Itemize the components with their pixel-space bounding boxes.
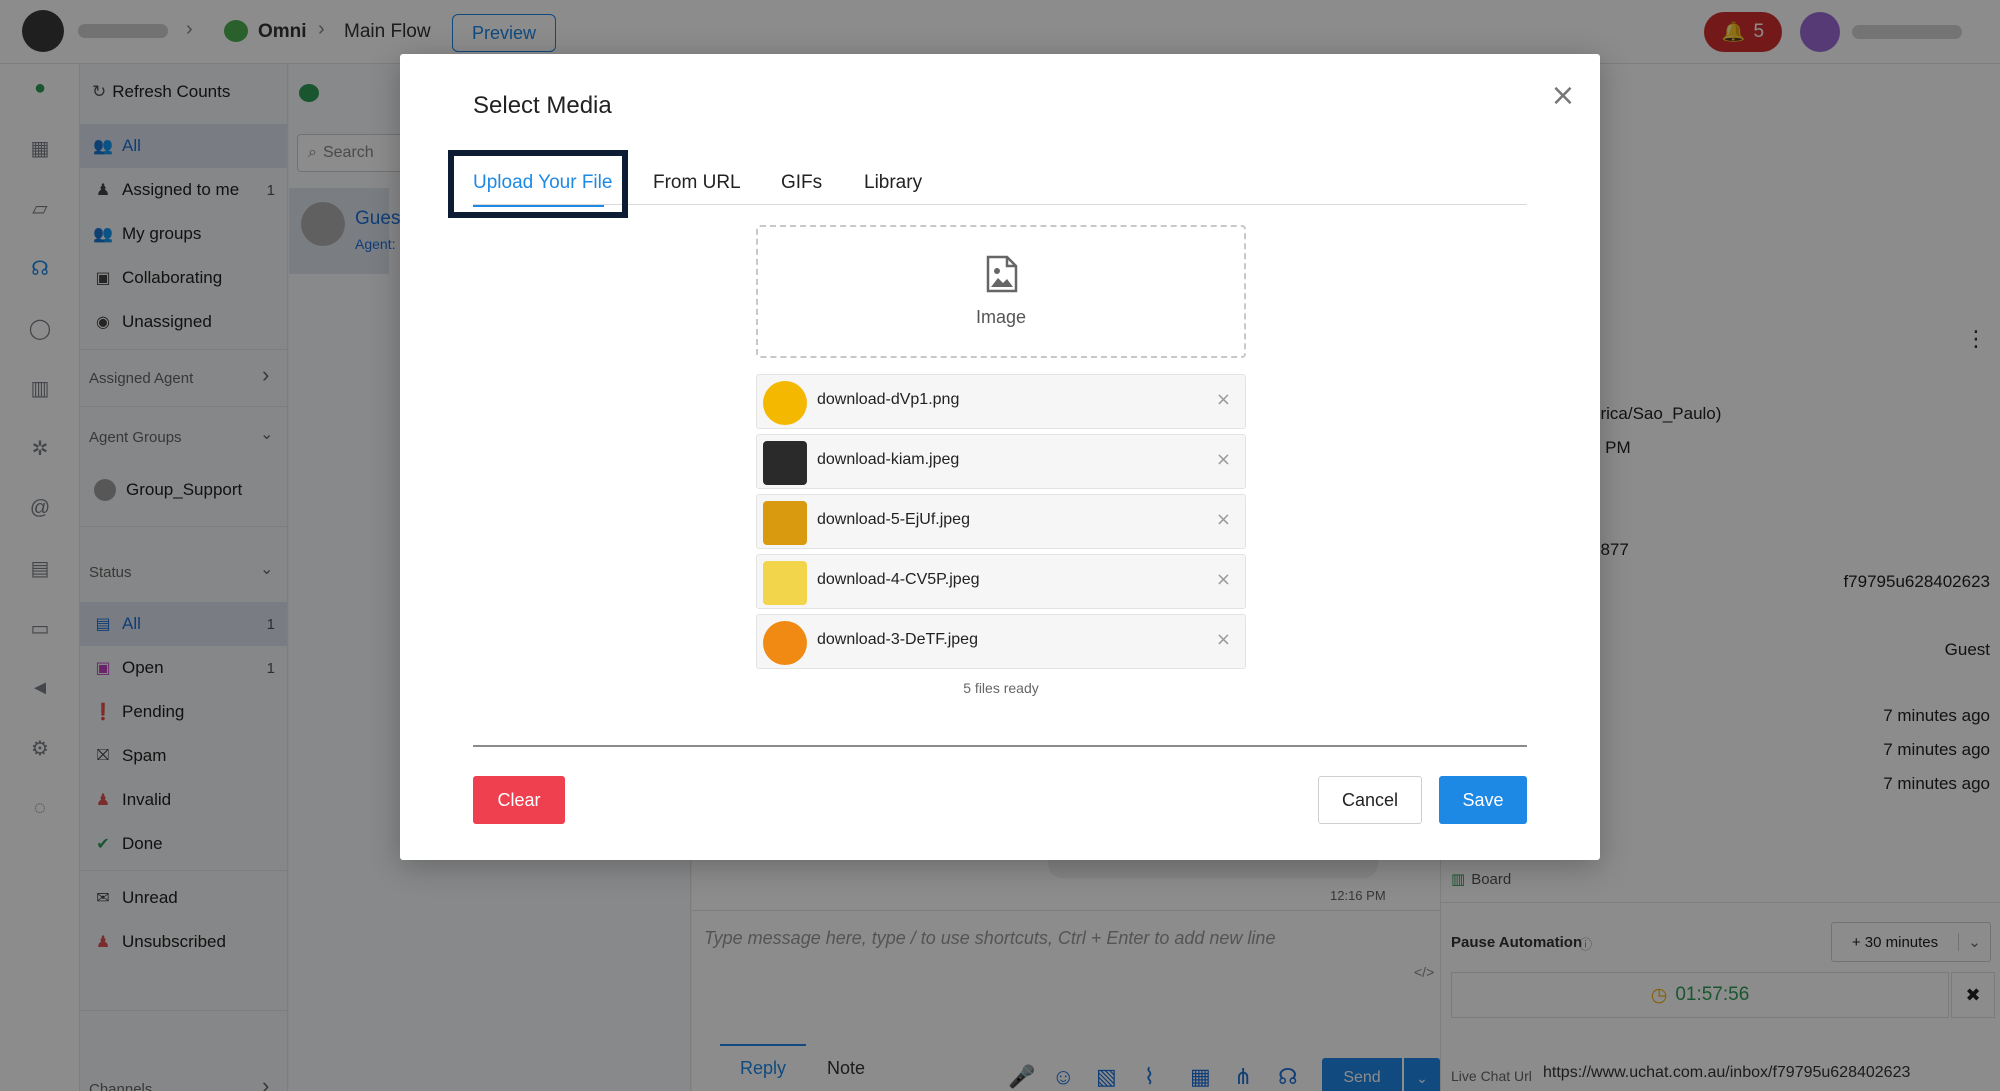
dialog-title: Select Media	[473, 92, 612, 119]
remove-file-icon[interactable]: ×	[1216, 389, 1231, 410]
image-dropzone[interactable]: Image	[756, 225, 1246, 358]
dropzone-label: Image	[975, 307, 1027, 327]
remove-file-icon[interactable]: ×	[1216, 449, 1231, 470]
file-thumbnail	[763, 501, 807, 545]
footer-divider	[473, 745, 1527, 747]
file-thumbnail	[763, 621, 807, 665]
save-button[interactable]: Save	[1439, 776, 1527, 824]
files-ready-status: 5 files ready	[963, 680, 1039, 696]
file-item: download-5-EjUf.jpeg ×	[756, 494, 1246, 549]
file-item: download-3-DeTF.jpeg ×	[756, 614, 1246, 669]
file-name: download-dVp1.png	[817, 391, 960, 408]
file-thumbnail	[763, 381, 807, 425]
tab-gifs[interactable]: GIFs	[781, 172, 822, 194]
remove-file-icon[interactable]: ×	[1216, 509, 1231, 530]
file-name: download-5-EjUf.jpeg	[817, 511, 970, 528]
file-thumbnail	[763, 441, 807, 485]
select-media-dialog: Select Media × Upload Your File From URL…	[400, 54, 1600, 860]
file-name: download-3-DeTF.jpeg	[817, 631, 978, 648]
file-name: download-kiam.jpeg	[817, 451, 960, 468]
cancel-button[interactable]: Cancel	[1318, 776, 1422, 824]
file-name: download-4-CV5P.jpeg	[817, 571, 980, 588]
tab-from-url[interactable]: From URL	[653, 172, 741, 194]
focus-outline	[448, 150, 628, 218]
clear-button[interactable]: Clear	[473, 776, 565, 824]
remove-file-icon[interactable]: ×	[1216, 569, 1231, 590]
close-icon[interactable]: ×	[1548, 78, 1578, 113]
remove-file-icon[interactable]: ×	[1216, 629, 1231, 650]
tab-library[interactable]: Library	[864, 172, 922, 194]
file-thumbnail	[763, 561, 807, 605]
file-item: download-kiam.jpeg ×	[756, 434, 1246, 489]
image-file-icon	[986, 255, 1018, 293]
file-item: download-4-CV5P.jpeg ×	[756, 554, 1246, 609]
file-item: download-dVp1.png ×	[756, 374, 1246, 429]
tabs-divider	[473, 204, 1527, 205]
